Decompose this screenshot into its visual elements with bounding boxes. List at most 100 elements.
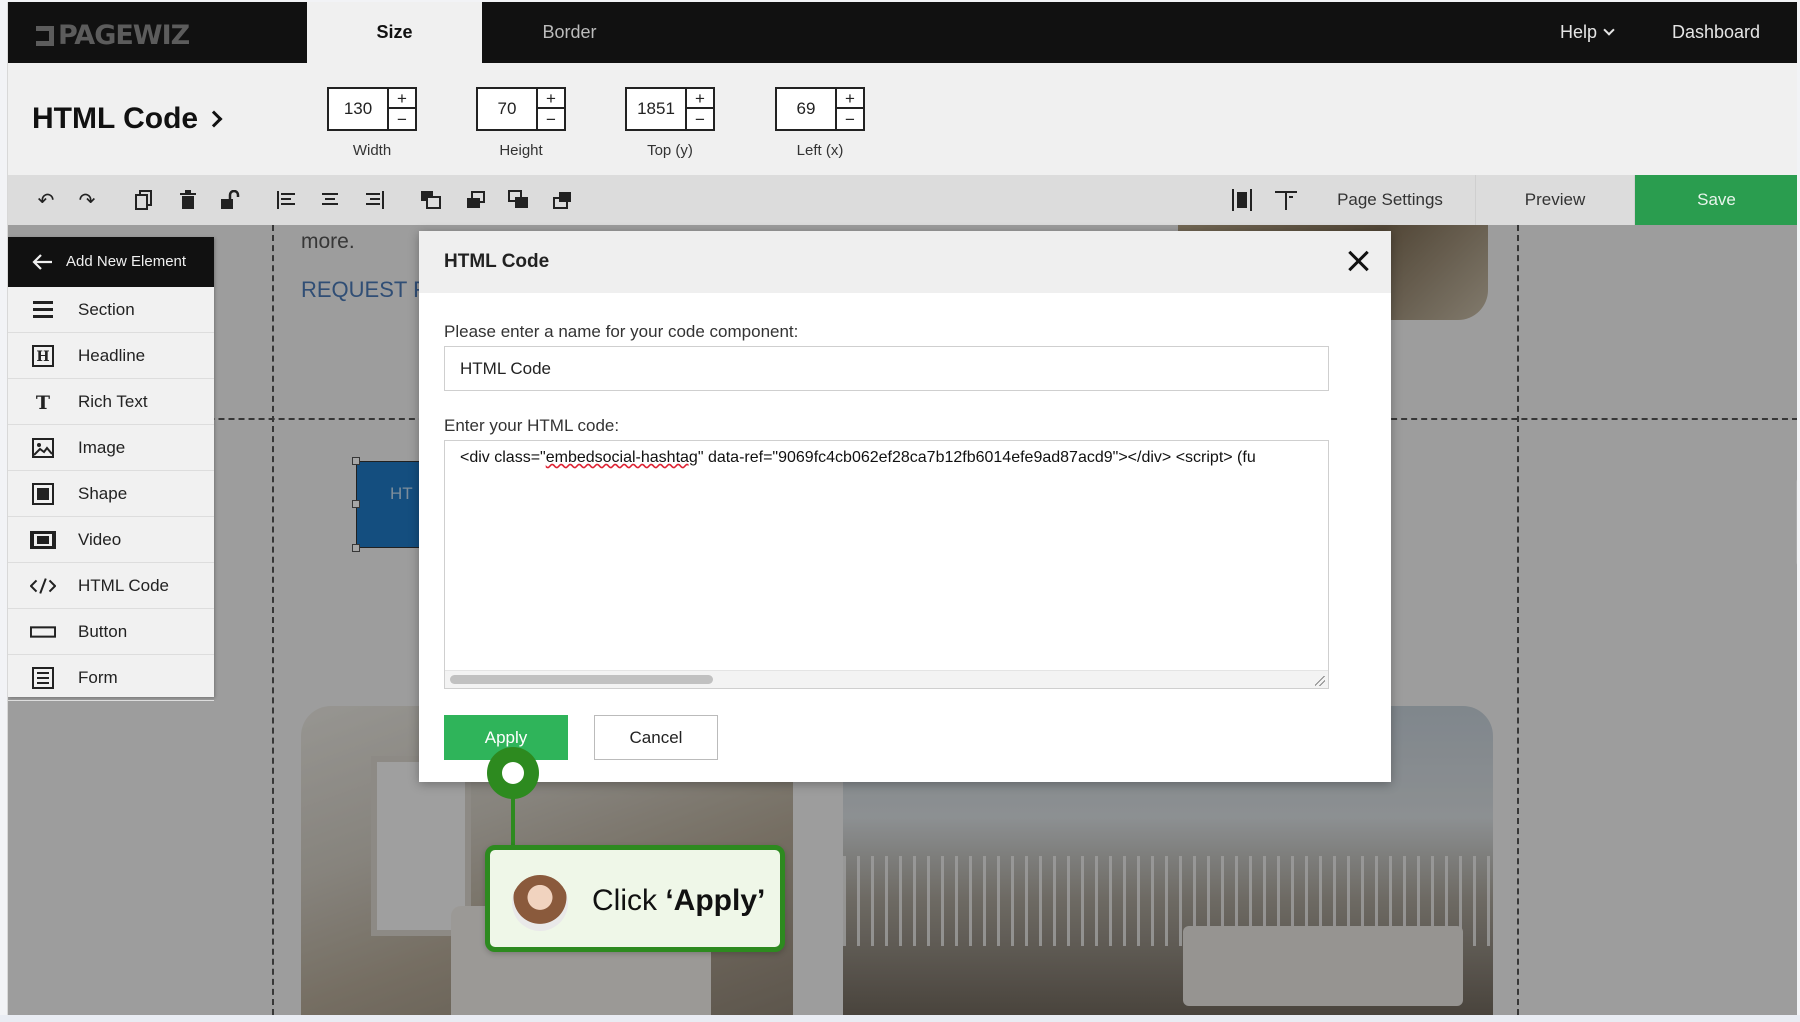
element-item-html-code[interactable]: HTML Code [8,563,214,609]
window-bottom-edge [0,1015,1800,1022]
component-name-input[interactable] [444,346,1329,391]
button-icon [30,621,56,643]
top-label: Top (y) [647,142,693,159]
element-item-button[interactable]: Button [8,609,214,655]
form-icon [30,667,56,689]
width-decrement-button[interactable]: − [389,110,415,130]
pagewiz-logo[interactable]: PAGEWIZ [36,20,190,51]
undo-icon[interactable]: ↶ [34,188,58,212]
element-item-image[interactable]: Image [8,425,214,471]
align-left-icon[interactable] [275,188,299,212]
height-stepper-buttons: + − [538,87,566,131]
element-item-shape[interactable]: Shape [8,471,214,517]
tab-border[interactable]: Border [482,2,657,63]
image-icon [30,437,56,459]
svg-text:T: T [36,392,50,412]
guide-tooltip: Click ‘Apply’ [485,845,785,952]
html-code-textarea[interactable]: <div class="embedsocial-hashtag" data-re… [444,440,1329,689]
height-increment-button[interactable]: + [538,89,564,109]
redo-icon[interactable]: ↷ [75,188,99,212]
height-decrement-button[interactable]: − [538,110,564,130]
unlock-icon[interactable] [218,188,242,212]
html-code-dialog: HTML Code Please enter a name for your c… [419,231,1391,782]
element-item-label: Shape [78,484,128,503]
element-item-label: Video [78,530,122,549]
element-item-label: Headline [78,346,146,365]
element-item-label: Rich Text [78,392,148,411]
send-backward-icon[interactable] [507,188,531,212]
element-item-video[interactable]: Video [8,517,214,563]
align-center-icon[interactable] [318,188,342,212]
height-input[interactable]: 70 [476,87,538,131]
bring-forward-icon[interactable] [464,188,488,212]
left-stepper-buttons: + − [837,87,865,131]
element-item-label: Button [78,622,128,641]
desktop-view-icon[interactable] [1230,188,1254,212]
add-element-header[interactable]: Add New Element [8,237,214,287]
save-button[interactable]: Save [1635,175,1797,225]
width-stepper-buttons: + − [389,87,417,131]
component-name-label: Please enter a name for your code compon… [444,322,799,341]
marker-connector-line [511,797,515,847]
properties-bar: HTML Code 130 + − Width 70 + − Height 18… [8,63,1797,175]
svg-text:H: H [36,349,49,365]
top-increment-button[interactable]: + [687,89,713,109]
video-icon [30,529,56,551]
element-item-label: Image [78,438,126,457]
preview-button[interactable]: Preview [1475,175,1635,225]
left-decrement-button[interactable]: − [837,110,863,130]
left-input[interactable]: 69 [775,87,837,131]
add-element-panel: Add New Element Section H Headline T Ric… [8,237,214,701]
tooltip-action: ‘Apply’ [665,884,766,917]
logo-text: PAGEWIZ [58,20,190,51]
scrollbar-thumb[interactable] [450,675,713,684]
top-input[interactable]: 1851 [625,87,687,131]
bring-to-front-icon[interactable] [419,188,443,212]
page-settings-button[interactable]: Page Settings [1305,175,1475,225]
help-menu[interactable]: Help [1560,2,1615,63]
align-right-icon[interactable] [362,188,386,212]
element-item-headline[interactable]: H Headline [8,333,214,379]
logo-mark-icon [36,26,54,46]
trash-icon[interactable] [176,188,200,212]
html-code-content: <div class="embedsocial-hashtag" data-re… [460,449,1256,467]
left-increment-button[interactable]: + [837,89,863,109]
mobile-view-icon[interactable] [1274,188,1298,212]
left-label: Left (x) [796,142,844,159]
resize-grip-icon[interactable] [1315,676,1325,686]
element-item-form[interactable]: Form [8,655,214,701]
top-stepper-buttons: + − [687,87,715,131]
help-label: Help [1560,22,1598,42]
element-item-rich-text[interactable]: T Rich Text [8,379,214,425]
width-increment-button[interactable]: + [389,89,415,109]
code-icon [30,575,56,597]
width-label: Width [352,142,392,159]
code-text-after: " data-ref="9069fc4cb062ef28ca7b12fb6014… [697,449,1256,466]
guide-avatar [512,875,568,931]
element-item-label: Section [78,300,135,319]
element-title[interactable]: HTML Code [32,102,223,136]
headline-icon: H [30,345,56,367]
code-text-before: <div class=" [460,449,546,466]
chevron-down-icon [1603,24,1615,36]
element-title-text: HTML Code [32,102,199,135]
click-target-marker [487,747,539,799]
tab-size[interactable]: Size [307,2,482,63]
close-icon[interactable] [1347,250,1369,272]
editor-toolbar: ↶ ↷ Page Settings Preview Save [8,175,1797,225]
chevron-right-icon [205,110,223,128]
horizontal-scrollbar[interactable] [445,670,1328,688]
send-to-back-icon[interactable] [551,188,575,212]
height-label: Height [499,142,543,159]
copy-icon[interactable] [132,188,156,212]
element-item-label: Form [78,668,118,687]
element-item-section[interactable]: Section [8,287,214,333]
cancel-button[interactable]: Cancel [594,715,718,760]
dashboard-link[interactable]: Dashboard [1672,2,1760,63]
add-element-header-label: Add New Element [66,253,187,270]
section-icon [30,299,56,321]
width-input[interactable]: 130 [327,87,389,131]
guide-tooltip-text: Click ‘Apply’ [592,884,765,918]
page-scrollbar-thumb[interactable] [1796,478,1797,566]
top-decrement-button[interactable]: − [687,110,713,130]
